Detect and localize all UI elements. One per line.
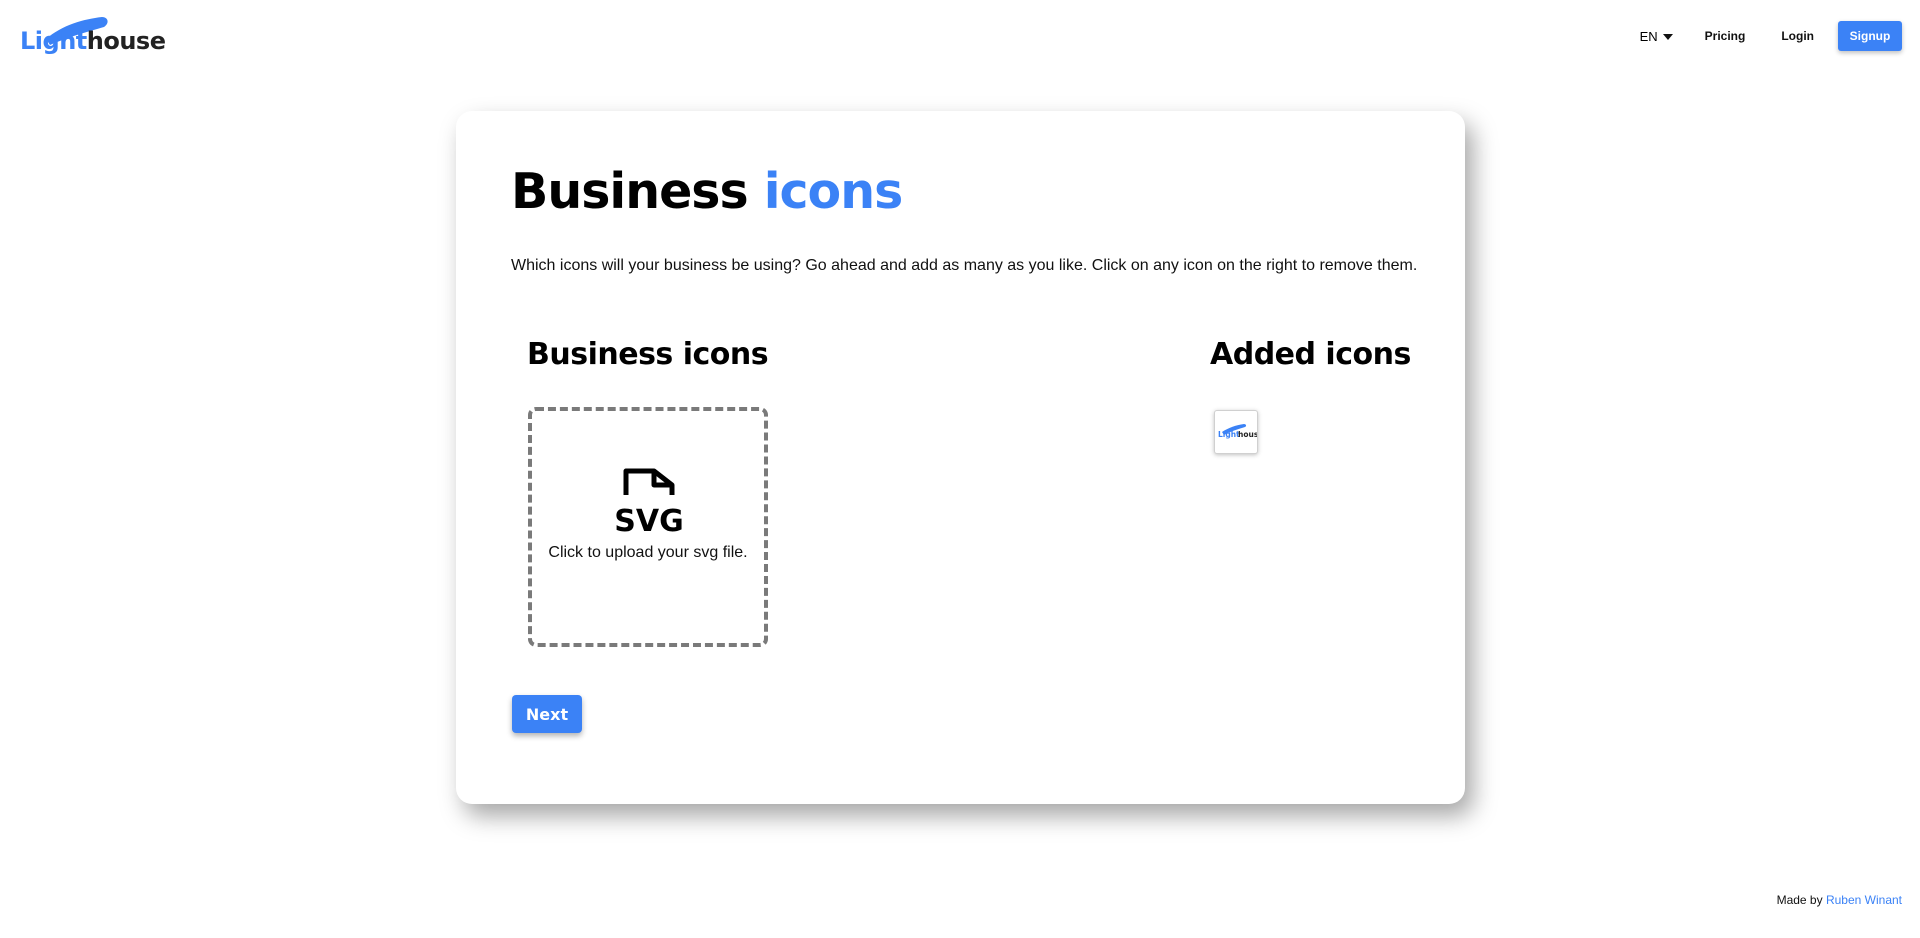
page-description: Which icons will your business be using?… [511,257,1418,274]
page-title: Business icons [511,163,904,220]
next-button[interactable]: Next [512,695,582,733]
svg-upload-dropzone[interactable]: SVG Click to upload your svg file. [528,407,768,647]
logo-text-house: house [86,27,166,55]
svg-text:SVG: SVG [616,504,682,535]
login-link[interactable]: Login [1781,29,1814,43]
svg-text:Light: Light [1218,430,1240,439]
made-by-label: Made by [1776,893,1823,907]
language-label: EN [1639,28,1658,44]
business-icons-card: Business icons Which icons will your bus… [456,111,1465,804]
pricing-link[interactable]: Pricing [1705,29,1746,43]
svg-file-icon: SVG [616,468,682,535]
added-icon-item[interactable]: Light house [1214,410,1258,454]
page-title-part1: Business [511,163,749,220]
upload-instruction: Click to upload your svg file. [548,544,748,561]
author-link[interactable]: Ruben Winant [1826,893,1902,907]
chevron-down-icon [1662,33,1673,40]
lighthouse-logo[interactable]: Lighthouse [20,17,166,57]
logo-text: Lighthouse [20,27,166,55]
page-title-accent: icons [763,163,904,220]
svg-text:house: house [1238,430,1257,439]
nav-links: EN Pricing Login Signup [1640,21,1902,51]
business-icons-heading: Business icons [527,337,769,372]
language-selector[interactable]: EN [1640,29,1673,44]
added-icons-heading: Added icons [1210,337,1411,372]
footer-credit: Made by Ruben Winant [1777,893,1902,907]
top-navigation-bar: Lighthouse EN Pricing Login Signup [0,0,1920,76]
logo-text-light: Light [20,27,87,55]
lighthouse-logo-icon: Light house [1218,424,1257,439]
signup-button[interactable]: Signup [1838,21,1902,51]
